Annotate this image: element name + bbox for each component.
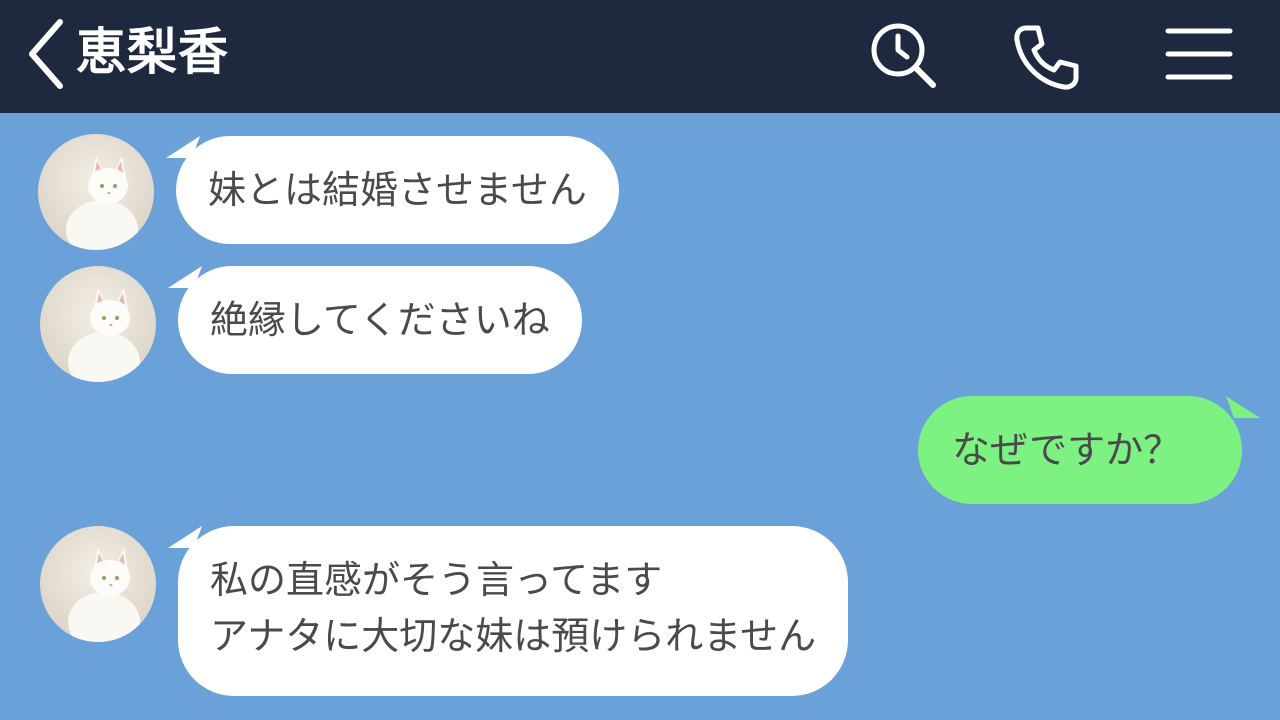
contact-avatar[interactable]: [40, 526, 156, 642]
message-text: なぜですか？: [952, 428, 1182, 472]
incoming-message[interactable]: 絶縁してくださいね: [178, 266, 582, 374]
search-button[interactable]: [866, 18, 942, 94]
message-text-line: アナタに大切な妹は預けられません: [210, 614, 817, 658]
incoming-message[interactable]: 妹とは結婚させません: [176, 136, 619, 244]
bubble-tail: [1225, 396, 1261, 418]
back-button[interactable]: [22, 14, 72, 94]
chat-title: 恵梨香: [76, 23, 229, 81]
white-cat-avatar-icon: [38, 134, 154, 250]
chat-header: 恵梨香: [0, 0, 1280, 113]
call-button[interactable]: [1008, 18, 1084, 94]
menu-button[interactable]: [1160, 18, 1236, 94]
search-clock-icon: [871, 23, 936, 88]
chat-screen: 恵梨香 妹とは結婚させません 絶縁してくださいね なぜですか？ 私の直感がそう言…: [0, 0, 1280, 720]
incoming-message[interactable]: 私の直感がそう言ってます アナタに大切な妹は預けられません: [178, 526, 849, 696]
outgoing-message[interactable]: なぜですか？: [918, 396, 1242, 504]
message-text: 妹とは結婚させません: [208, 168, 587, 212]
contact-avatar[interactable]: [40, 266, 156, 382]
contact-avatar[interactable]: [38, 134, 154, 250]
white-cat-avatar-icon: [40, 266, 156, 382]
menu-icon: [1165, 28, 1233, 80]
message-text: 絶縁してくださいね: [210, 298, 550, 342]
phone-icon: [1014, 25, 1079, 90]
white-cat-avatar-icon: [40, 526, 156, 642]
message-text-line: 私の直感がそう言ってます: [210, 558, 663, 602]
chevron-left-icon: [29, 19, 63, 89]
